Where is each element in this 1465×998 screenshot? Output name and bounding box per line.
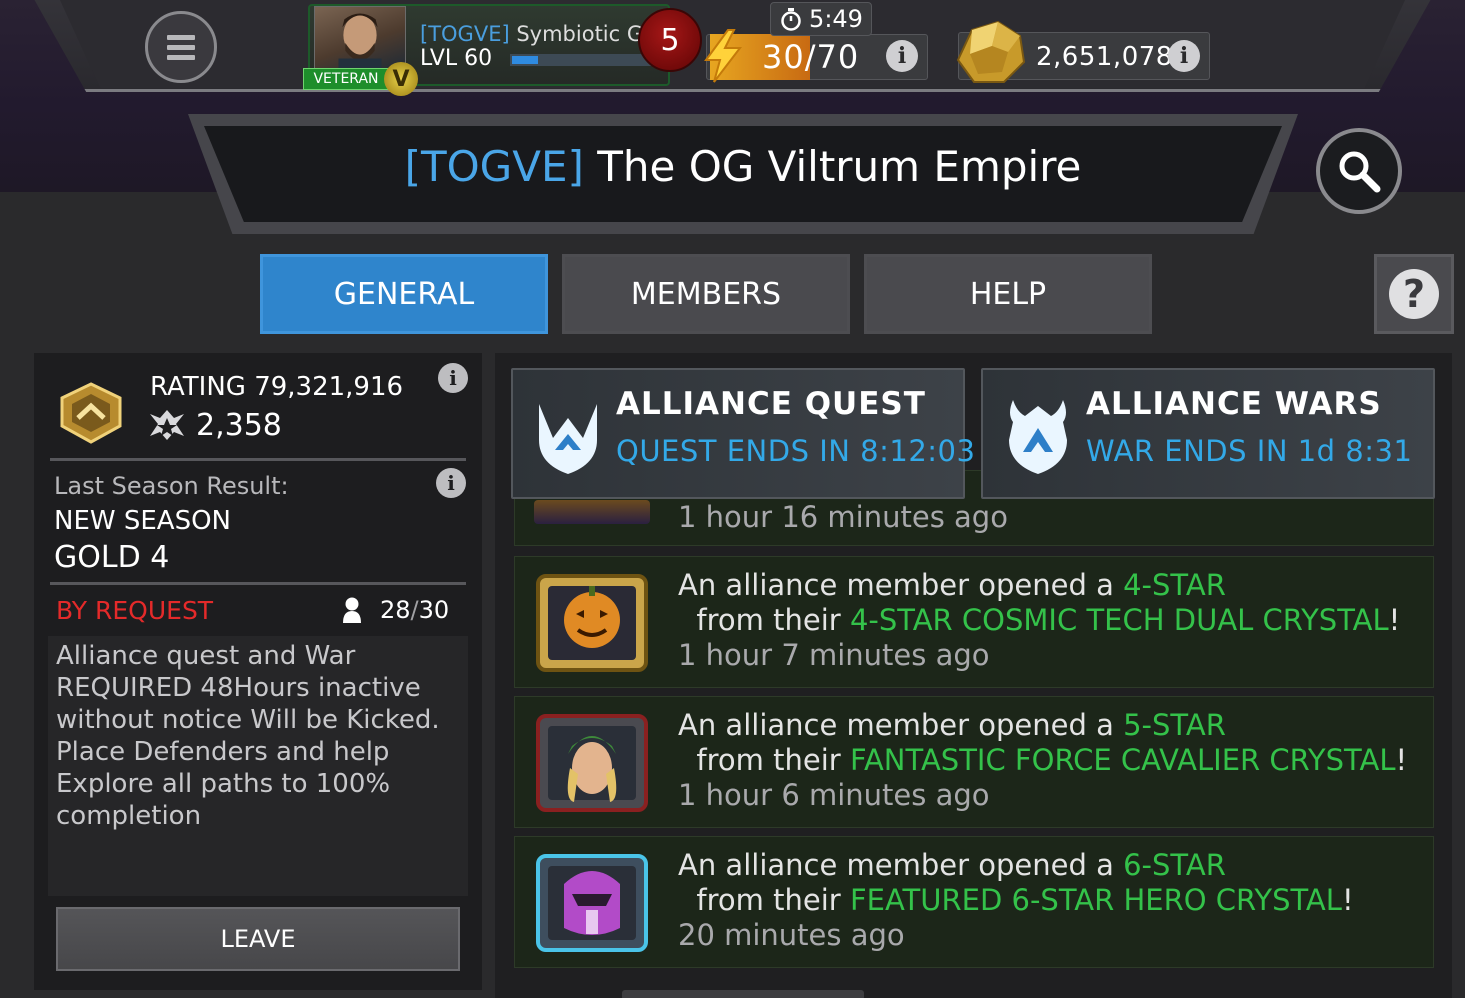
feed-middle: from their <box>678 603 850 637</box>
feed-time: 1 hour 7 minutes ago <box>678 638 990 672</box>
question-icon: ? <box>1389 269 1439 319</box>
champion-thumb-cavalier-icon <box>536 714 648 812</box>
help-button[interactable]: ? <box>1374 254 1454 334</box>
menu-icon-bar <box>167 44 195 50</box>
feed-middle: from their <box>678 743 850 777</box>
feed-crystal: 4-STAR COSMIC TECH DUAL CRYSTAL <box>849 603 1389 637</box>
player-alliance-tag: [TOGVE] <box>420 22 510 46</box>
feed-crystal: FEATURED 6-STAR HERO CRYSTAL <box>849 883 1342 917</box>
alliance-rating: RATING 79,321,916 <box>150 372 404 402</box>
search-button[interactable] <box>1316 128 1402 214</box>
feed-crystal: FANTASTIC FORCE CAVALIER CRYSTAL <box>849 743 1396 777</box>
energy-current: 30 <box>762 38 805 76</box>
last-season-label: Last Season Result: <box>54 472 289 500</box>
energy-timer-value: 5:49 <box>809 5 863 33</box>
feed-prefix: An alliance member opened a <box>678 568 1124 602</box>
feed-suffix: ! <box>1388 603 1401 637</box>
gold-info-icon[interactable]: i <box>1168 40 1200 72</box>
menu-icon-bar <box>167 54 195 60</box>
alliance-name: The OG Viltrum Empire <box>597 142 1082 191</box>
divider <box>50 582 466 585</box>
alliance-title: [TOGVE] The OG Viltrum Empire <box>188 142 1298 191</box>
xp-bar-fill <box>512 56 538 64</box>
member-current: 28 <box>380 596 411 624</box>
alliance-quest-timer: QUEST ENDS IN 8:12:03 <box>616 434 976 468</box>
feed-message: An alliance member opened a 6-STAR from … <box>678 848 1418 918</box>
energy-separator: / <box>804 38 817 76</box>
feed-suffix: ! <box>1341 883 1354 917</box>
rating-info-icon[interactable]: i <box>438 363 468 393</box>
player-level: LVL 60 <box>420 46 493 71</box>
feed-message: An alliance member opened a 5-STAR from … <box>678 708 1418 778</box>
tab-help[interactable]: HELP <box>864 254 1152 334</box>
member-max: 30 <box>418 596 450 624</box>
energy-count: 30/70 <box>762 38 859 76</box>
alliance-wars-icon <box>1009 400 1067 474</box>
member-separator: / <box>410 596 419 624</box>
veteran-v-icon: V <box>384 62 418 96</box>
scroll-indicator[interactable] <box>622 990 864 998</box>
avatar-portrait-icon <box>338 13 382 71</box>
member-count: 28/30 <box>380 596 449 624</box>
feed-prefix: An alliance member opened a <box>678 708 1124 742</box>
energy-timer: 5:49 <box>770 2 872 36</box>
tab-general[interactable]: GENERAL <box>260 254 548 334</box>
player-name: [TOGVE] Symbiotic Gus <box>420 22 667 46</box>
divider <box>50 458 466 461</box>
season-rank: GOLD 4 <box>54 540 170 575</box>
energy-max: 70 <box>816 38 860 76</box>
feed-suffix: ! <box>1395 743 1408 777</box>
energy-bolt-icon <box>704 29 743 83</box>
alliance-description: Alliance quest and War REQUIRED 48Hours … <box>56 641 440 831</box>
alliance-quest-title: ALLIANCE QUEST <box>616 386 926 422</box>
alliance-tag: [TOGVE] <box>404 142 584 191</box>
last-season-value: NEW SEASON <box>54 506 231 536</box>
player-avatar[interactable] <box>314 6 406 72</box>
war-rating-icon <box>150 410 184 440</box>
feed-rarity: 5-STAR <box>1123 708 1226 742</box>
gold-amount: 2,651,078 <box>1036 42 1173 72</box>
member-icon <box>343 597 361 623</box>
champion-thumb-robot-icon <box>536 854 648 952</box>
alliance-wars-timer: WAR ENDS IN 1d 8:31 <box>1086 434 1413 468</box>
season-info-icon[interactable]: i <box>436 468 466 498</box>
leave-button[interactable]: LEAVE <box>56 907 460 971</box>
feed-rarity: 6-STAR <box>1123 848 1226 882</box>
feed-prefix: An alliance member opened a <box>678 848 1124 882</box>
stopwatch-icon <box>781 8 801 31</box>
gold-nugget-icon <box>956 20 1026 83</box>
feed-message: An alliance member opened a 4-STAR from … <box>678 568 1418 638</box>
feed-time: 1 hour 6 minutes ago <box>678 778 990 812</box>
war-rating-value: 2,358 <box>196 408 282 443</box>
feed-rarity: 4-STAR <box>1123 568 1226 602</box>
champion-thumb-pumpkin-icon <box>536 574 648 672</box>
gold-rank-badge-icon <box>60 382 122 444</box>
veteran-badge: VETERAN <box>303 68 389 90</box>
tab-members[interactable]: MEMBERS <box>562 254 850 334</box>
feed-time: 20 minutes ago <box>678 918 905 952</box>
energy-info-icon[interactable]: i <box>886 40 918 72</box>
search-icon <box>1339 151 1381 193</box>
menu-icon-bar <box>167 34 195 40</box>
alliance-wars-title: ALLIANCE WARS <box>1086 386 1382 422</box>
feed-middle: from their <box>678 883 850 917</box>
feed-time-partial: 1 hour 16 minutes ago <box>678 500 1008 534</box>
menu-button[interactable] <box>145 11 217 83</box>
notification-badge[interactable]: 5 <box>638 8 702 72</box>
join-type-label: BY REQUEST <box>56 596 214 625</box>
alliance-quest-icon <box>539 404 597 474</box>
feed-thumb-partial <box>534 500 650 524</box>
